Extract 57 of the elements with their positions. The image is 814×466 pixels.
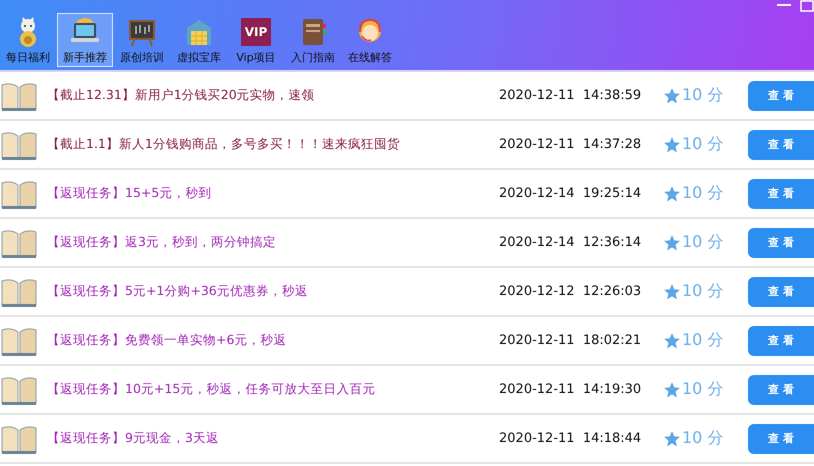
star-icon bbox=[663, 282, 681, 300]
toolbar-button[interactable]: 入门指南 bbox=[285, 13, 341, 67]
score-label: 10 分 bbox=[682, 281, 724, 302]
star-icon bbox=[663, 136, 681, 154]
task-title[interactable]: 【截止1.1】新人1分钱购商品，多号多买！！！速来疯狂囤货 bbox=[47, 136, 499, 153]
view-button[interactable]: 查看 bbox=[748, 178, 814, 208]
task-title[interactable]: 【返现任务】免费领一单实物+6元，秒返 bbox=[47, 332, 499, 349]
maximize-icon[interactable] bbox=[800, 0, 814, 12]
toolbar-button[interactable]: 每日福利 bbox=[0, 13, 56, 67]
book-icon bbox=[1, 228, 37, 258]
task-title[interactable]: 【返现任务】返3元，秒到，两分钟搞定 bbox=[47, 234, 499, 251]
task-title[interactable]: 【返现任务】9元现金，3天返 bbox=[47, 430, 499, 447]
book-icon bbox=[1, 276, 37, 306]
score-label: 10 分 bbox=[682, 183, 724, 204]
toolbar-button[interactable]: 原创培训 bbox=[114, 13, 170, 67]
view-button[interactable]: 查看 bbox=[748, 80, 814, 110]
post-time: 2020-12-14 12:36:14 bbox=[499, 235, 642, 250]
post-time: 2020-12-11 14:18:44 bbox=[499, 431, 642, 446]
view-button[interactable]: 查看 bbox=[748, 326, 814, 356]
task-title[interactable]: 【返现任务】10元+15元，秒返，任务可放大至日入百元 bbox=[47, 381, 499, 398]
score-label: 10 分 bbox=[682, 85, 724, 106]
task-title[interactable]: 【截止12.31】新用户1分钱买20元实物，速领 bbox=[47, 87, 499, 104]
star-icon bbox=[663, 430, 681, 448]
post-time: 2020-12-11 14:19:30 bbox=[499, 382, 642, 397]
book-icon bbox=[1, 130, 37, 160]
post-time: 2020-12-12 12:26:03 bbox=[499, 284, 642, 299]
book-icon bbox=[1, 326, 37, 356]
view-button[interactable]: 查看 bbox=[748, 276, 814, 306]
star-icon bbox=[663, 184, 681, 202]
view-button[interactable]: 查看 bbox=[748, 424, 814, 454]
book-icon bbox=[1, 178, 37, 208]
post-time: 2020-12-14 19:25:14 bbox=[499, 186, 642, 201]
star-icon bbox=[663, 380, 681, 398]
view-button[interactable]: 查看 bbox=[748, 130, 814, 160]
task-title[interactable]: 【返现任务】15+5元，秒到 bbox=[47, 185, 499, 202]
score-label: 10 分 bbox=[682, 134, 724, 155]
toolbar-button[interactable]: 虚拟宝库 bbox=[171, 13, 227, 67]
book-icon bbox=[1, 80, 37, 110]
star-icon bbox=[663, 332, 681, 350]
score-label: 10 分 bbox=[682, 232, 724, 253]
star-icon bbox=[663, 86, 681, 104]
post-time: 2020-12-11 14:38:59 bbox=[499, 88, 642, 103]
score-label: 10 分 bbox=[682, 379, 724, 400]
toolbar-button[interactable]: 在线解答 bbox=[342, 13, 398, 67]
score-label: 10 分 bbox=[682, 428, 724, 449]
book-icon bbox=[1, 424, 37, 454]
post-time: 2020-12-11 14:37:28 bbox=[499, 137, 642, 152]
toolbar-button[interactable]: 新手推荐 bbox=[57, 13, 113, 67]
view-button[interactable]: 查看 bbox=[748, 374, 814, 404]
toolbar-button[interactable]: VIP Vip项目 bbox=[228, 13, 284, 67]
vip-icon: VIP bbox=[241, 18, 271, 46]
book-icon bbox=[1, 374, 37, 404]
view-button[interactable]: 查看 bbox=[748, 228, 814, 258]
star-icon bbox=[663, 234, 681, 252]
post-time: 2020-12-11 18:02:21 bbox=[499, 333, 642, 348]
score-label: 10 分 bbox=[682, 330, 724, 351]
task-title[interactable]: 【返现任务】5元+1分购+36元优惠券，秒返 bbox=[47, 283, 499, 300]
